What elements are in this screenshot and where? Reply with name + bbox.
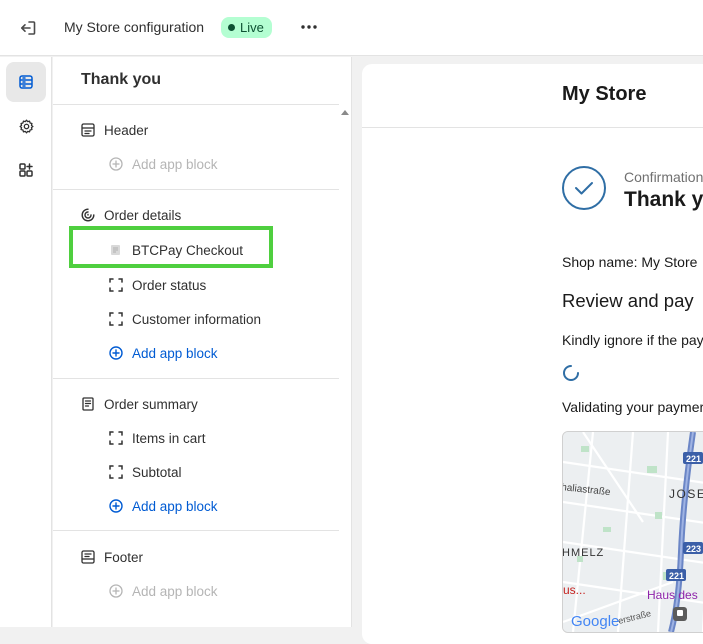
live-status-badge: Live: [221, 17, 272, 38]
apps-icon: [19, 163, 33, 177]
left-rail: [0, 57, 52, 627]
divider: [53, 530, 339, 531]
road-label-223: 223: [686, 544, 701, 554]
header-add-app-block-label: Add app block: [132, 156, 218, 172]
btcpay-highlight-box: [69, 226, 273, 268]
scroll-up-arrow-icon[interactable]: [341, 109, 349, 117]
section-order-summary-label: Order summary: [104, 396, 198, 412]
live-dot-icon: [228, 24, 235, 31]
checkout-preview: My Store Confirmation Thank y Shop name:…: [362, 64, 703, 644]
top-bar: My Store configuration Live: [0, 0, 703, 56]
map-view[interactable]: 221 223 221 haliastraße JOSE HMELZ us...…: [562, 431, 703, 633]
preview-header: My Store: [362, 64, 703, 128]
map-graphic: 221 223 221 haliastraße JOSE HMELZ us...…: [563, 432, 703, 632]
section-header-label: Header: [104, 122, 149, 138]
order-summary-add-app-block-label: Add app block: [132, 498, 218, 514]
confirmation-label: Confirmation: [624, 169, 703, 185]
footer-add-app-block[interactable]: Add app block: [108, 583, 218, 599]
district-label: JOSE: [669, 487, 703, 501]
shop-name-text: Shop name: My Store: [562, 254, 698, 270]
validating-payment-text: Validating your paymer: [562, 399, 703, 415]
divider: [53, 378, 339, 379]
block-subtotal[interactable]: Subtotal: [108, 464, 182, 480]
add-circle-icon: [108, 156, 124, 172]
footer-add-app-block-label: Add app block: [132, 583, 218, 599]
more-horizontal-icon: [301, 25, 317, 29]
road-label-221: 221: [686, 454, 701, 464]
sections-icon: [19, 75, 33, 89]
review-and-pay-heading: Review and pay: [562, 290, 694, 311]
order-details-icon: [80, 207, 96, 223]
preview-store-name: My Store: [562, 83, 647, 105]
live-label: Live: [240, 20, 264, 35]
settings-icon: [18, 118, 34, 134]
block-customer-information-label: Customer information: [132, 311, 262, 327]
thank-you-heading: Thank y: [624, 188, 703, 211]
block-frame-icon: [108, 464, 124, 480]
header-add-app-block[interactable]: Add app block: [108, 156, 218, 172]
section-order-details[interactable]: Order details: [80, 207, 181, 223]
footer-section-icon: [80, 549, 96, 565]
google-logo: Google: [571, 613, 619, 630]
section-footer[interactable]: Footer: [80, 549, 143, 565]
exit-button[interactable]: [14, 14, 42, 42]
receipt-icon: [80, 396, 96, 412]
order-summary-add-app-block[interactable]: Add app block: [108, 498, 218, 514]
road-label-221b: 221: [669, 571, 684, 581]
rail-sections-button[interactable]: [6, 62, 46, 102]
block-order-status-label: Order status: [132, 277, 207, 293]
block-frame-icon: [108, 430, 124, 446]
add-circle-icon: [108, 583, 124, 599]
block-customer-information[interactable]: Customer information: [108, 311, 261, 327]
section-footer-label: Footer: [104, 549, 144, 565]
block-frame-icon: [108, 311, 124, 327]
exit-icon: [21, 21, 36, 35]
section-header[interactable]: Header: [80, 122, 148, 138]
more-actions-button[interactable]: [296, 14, 322, 40]
block-items-in-cart[interactable]: Items in cart: [108, 430, 206, 446]
ignore-notice-text: Kindly ignore if the pay: [562, 332, 703, 348]
block-frame-icon: [108, 277, 124, 293]
section-order-summary[interactable]: Order summary: [80, 396, 198, 412]
divider: [53, 104, 339, 105]
panel-title: Thank you: [81, 71, 162, 88]
block-subtotal-label: Subtotal: [132, 464, 182, 480]
area-label: HMELZ: [563, 547, 604, 559]
poi-label-2: Haus des: [647, 588, 698, 602]
divider: [53, 189, 339, 190]
store-config-title: My Store configuration: [64, 19, 205, 35]
sections-panel: Thank you Header Add app block Order det…: [53, 57, 352, 627]
order-details-add-app-block[interactable]: Add app block: [108, 345, 218, 361]
section-order-details-label: Order details: [104, 207, 182, 223]
rail-apps-button[interactable]: [6, 150, 46, 190]
block-items-in-cart-label: Items in cart: [132, 430, 206, 446]
poi-label-1: us...: [563, 583, 586, 597]
add-circle-icon: [108, 345, 124, 361]
header-section-icon: [80, 122, 96, 138]
add-circle-icon: [108, 498, 124, 514]
order-details-add-app-block-label: Add app block: [132, 345, 218, 361]
confirmation-check-icon: [562, 166, 606, 210]
block-order-status[interactable]: Order status: [108, 277, 206, 293]
loading-spinner-icon: [563, 365, 579, 381]
rail-settings-button[interactable]: [6, 106, 46, 146]
